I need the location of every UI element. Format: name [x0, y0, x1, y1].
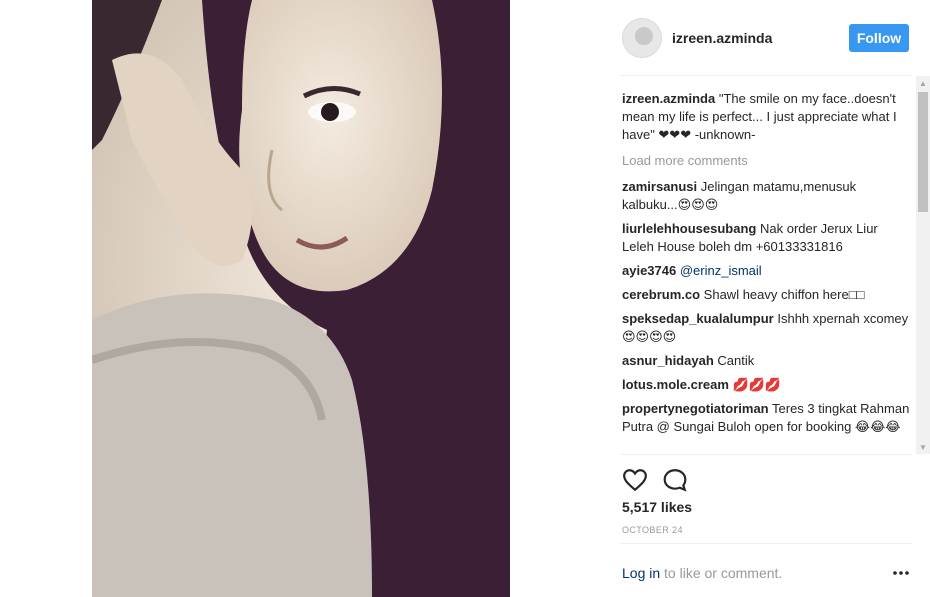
post-caption: izreen.azminda "The smile on my face..do… [622, 90, 912, 144]
post-photo-image [92, 0, 510, 597]
heart-icon[interactable] [622, 467, 648, 493]
scroll-down-arrow-icon[interactable]: ▼ [916, 440, 930, 454]
comment-item: ayie3746 @erinz_ismail [622, 262, 912, 280]
comment-item: lotus.mole.cream 💋💋💋 [622, 376, 912, 394]
comment-username[interactable]: speksedap_kualalumpur [622, 311, 774, 326]
comment-item: liurlelehhousesubang Nak order Jerux Liu… [622, 220, 912, 256]
comment-text: 💋💋💋 [732, 377, 782, 392]
post-actions [620, 454, 912, 500]
login-prompt: Log in to like or comment. [622, 565, 782, 581]
comment-item: asnur_hidayah Cantik [622, 352, 912, 370]
comment-item: cerebrum.co Shawl heavy chiffon here□□ [622, 286, 912, 304]
comment-mention-link[interactable]: @erinz_ismail [680, 263, 762, 278]
scrollbar-thumb[interactable] [918, 92, 928, 212]
comment-username[interactable]: zamirsanusi [622, 179, 697, 194]
comment-text: Shawl heavy chiffon here□□ [703, 287, 865, 302]
load-more-comments-link[interactable]: Load more comments [622, 152, 912, 170]
scroll-up-arrow-icon[interactable]: ▲ [916, 76, 930, 90]
comment-icon[interactable] [662, 467, 688, 493]
post-photo[interactable] [92, 0, 510, 597]
comment-username[interactable]: asnur_hidayah [622, 353, 714, 368]
login-prompt-text: to like or comment. [660, 565, 783, 581]
follow-button[interactable]: Follow [849, 24, 909, 52]
login-link[interactable]: Log in [622, 565, 660, 581]
photo-area [0, 0, 600, 597]
comment-item: zamirsanusi Jelingan matamu,menusuk kalb… [622, 178, 912, 214]
comment-username[interactable]: cerebrum.co [622, 287, 700, 302]
comment-username[interactable]: propertynegotiatoriman [622, 401, 769, 416]
comment-item: speksedap_kualalumpur Ishhh xpernah xcom… [622, 310, 912, 346]
post-panel: izreen.azminda Follow izreen.azminda "Th… [600, 0, 930, 597]
comment-username[interactable]: ayie3746 [622, 263, 676, 278]
caption-username[interactable]: izreen.azminda [622, 91, 715, 106]
comments-scrollbar[interactable]: ▲ ▼ [916, 76, 930, 454]
comment-item: propertynegotiatoriman Teres 3 tingkat R… [622, 400, 912, 436]
comment-username[interactable]: lotus.mole.cream [622, 377, 729, 392]
comment-text: Cantik [717, 353, 755, 368]
profile-avatar[interactable] [622, 18, 662, 58]
more-options-icon[interactable] [892, 564, 910, 582]
post-header: izreen.azminda Follow [620, 14, 912, 76]
comments-list: izreen.azminda "The smile on my face..do… [622, 90, 912, 452]
likes-count[interactable]: 5,517 likes [622, 499, 692, 515]
post-date: OCTOBER 24 [622, 525, 683, 535]
comment-username[interactable]: liurlelehhousesubang [622, 221, 756, 236]
post-footer: Log in to like or comment. [620, 543, 912, 597]
header-username[interactable]: izreen.azminda [672, 30, 772, 46]
